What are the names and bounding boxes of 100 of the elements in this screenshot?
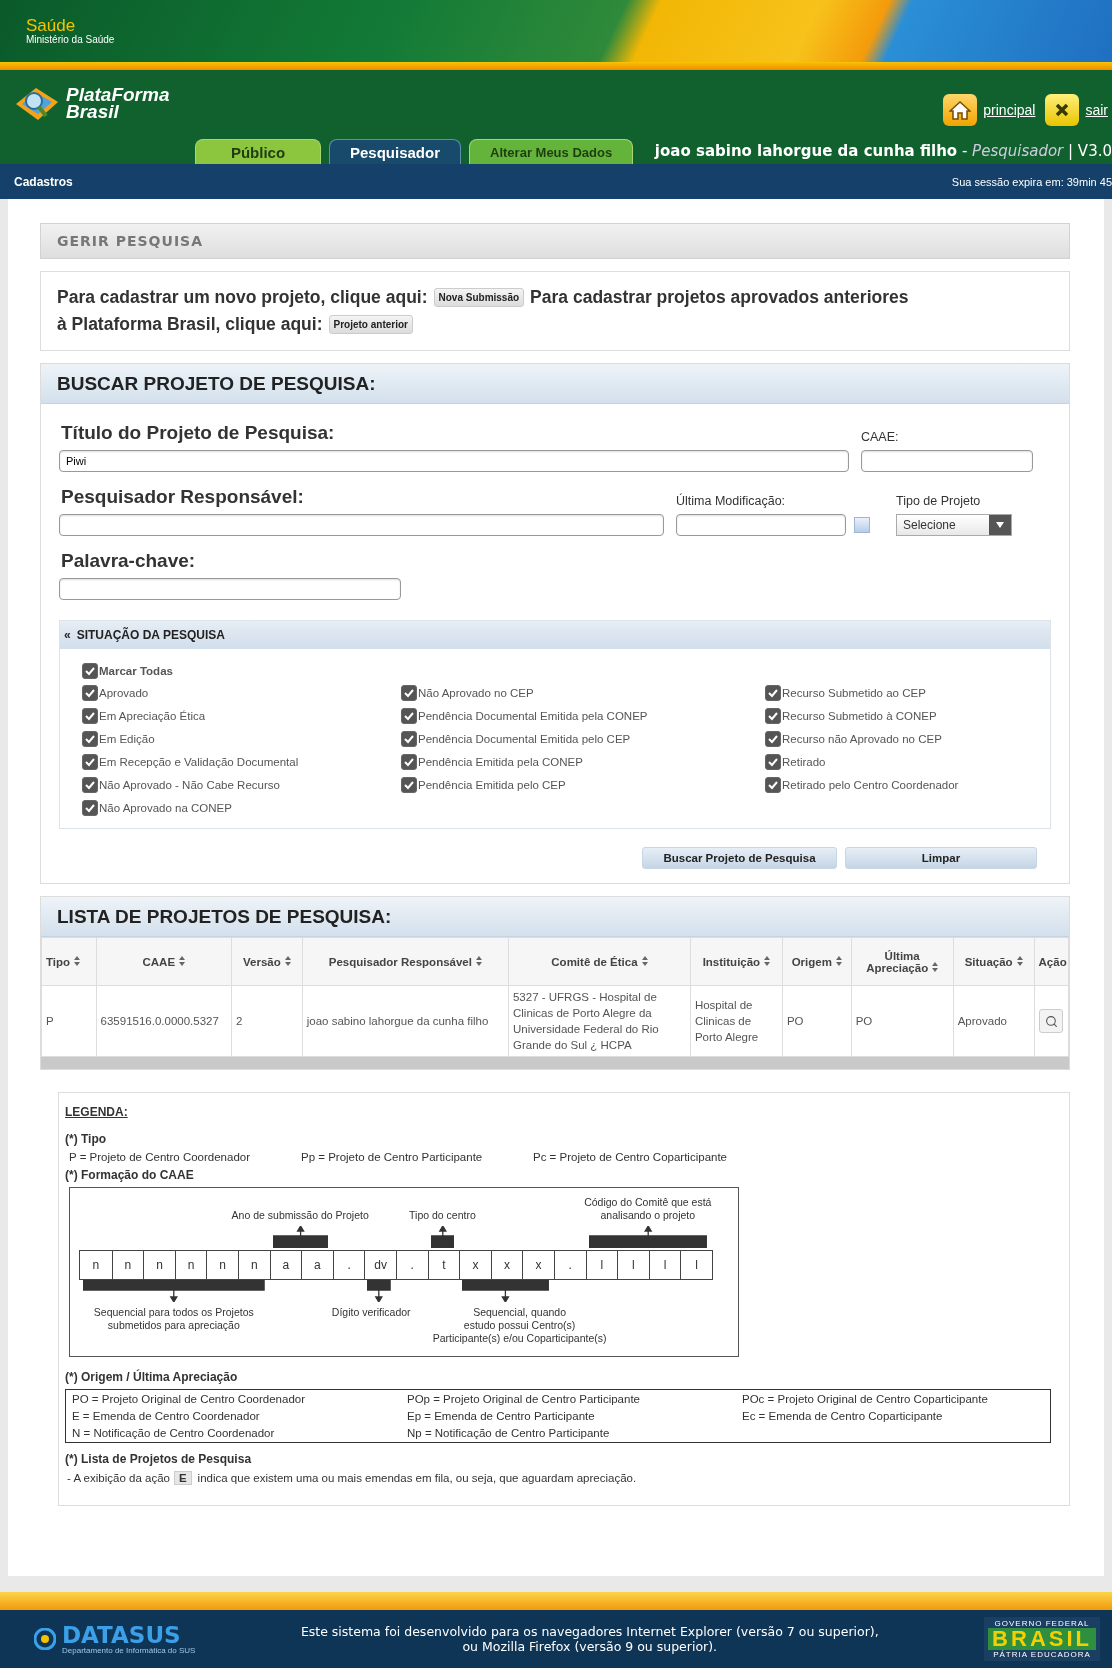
search-button[interactable] [1039, 1009, 1064, 1033]
field-label: Pesquisador Responsável: [60, 486, 305, 508]
checkbox[interactable] [82, 685, 98, 701]
checkbox[interactable] [82, 731, 98, 747]
diagram-cell: x [522, 1251, 554, 1279]
diagram-cell: l [617, 1251, 649, 1279]
sort-icon [835, 955, 842, 966]
caae-field[interactable] [861, 450, 1033, 472]
checkbox-label[interactable]: Pendência Documental Emitida pelo CEP [401, 731, 765, 747]
column-header[interactable]: Origem [782, 937, 852, 986]
sort-icon [475, 955, 482, 966]
checkbox[interactable] [82, 800, 98, 816]
field-label: Título do Projeto de Pesquisa: [60, 422, 336, 444]
checkbox-label[interactable]: Marcar Todas [82, 663, 1028, 679]
action-button[interactable]: Buscar Projeto de Pesquisa [642, 847, 837, 869]
checkbox[interactable] [82, 777, 98, 793]
column-header[interactable]: Versão [231, 937, 303, 986]
checkbox-label[interactable]: Em Edição [82, 731, 401, 747]
brand-title: Saúde [26, 17, 77, 34]
checkbox[interactable] [401, 685, 417, 701]
legend-item: Pp = Projeto de Centro Participante [301, 1151, 484, 1163]
nav-link[interactable]: principal [983, 102, 1036, 118]
home-icon[interactable] [943, 94, 978, 126]
checkbox-label[interactable]: Pendência Documental Emitida pela CONEP [401, 708, 765, 724]
checkbox[interactable] [765, 777, 781, 793]
diagram-cell: n [174, 1251, 207, 1279]
checkbox-label[interactable]: Recurso Submetido à CONEP [765, 708, 1028, 724]
field-label: CAAE: [861, 430, 900, 444]
submission-button[interactable]: Nova Submissão [433, 288, 525, 307]
column-header[interactable]: Última Apreciação [851, 937, 954, 986]
table-cell: PO [782, 985, 852, 1057]
checkbox[interactable] [82, 663, 98, 679]
checkbox[interactable] [765, 685, 781, 701]
menu-item[interactable]: Cadastros [14, 174, 73, 189]
column-header[interactable]: Comitê de Ética [508, 937, 691, 986]
tab[interactable]: Público [195, 139, 321, 164]
table-cell: 5327 - UFRGS - Hospital de Clinicas de Porto Alegre da Universidade Federal do Rio Grande do Sul ¿ HCPA [508, 985, 691, 1057]
table-cell: PO [851, 985, 954, 1057]
checkbox[interactable] [765, 731, 781, 747]
checkbox[interactable] [401, 731, 417, 747]
section-title: LISTA DE PROJETOS DE PESQUISA: [41, 897, 1069, 937]
diagram-cell: n [237, 1251, 270, 1279]
sort-icon [1016, 955, 1023, 966]
user-info: joao sabino lahorgue da cunha filho - Pesquisador | V3.0 [654, 142, 1112, 162]
date-field[interactable] [676, 514, 846, 536]
session-timer: Sua sessão expira em: 39min 45 [951, 175, 1112, 188]
checkbox-label[interactable]: Pendência Emitida pela CONEP [401, 754, 765, 770]
close-icon[interactable] [1045, 94, 1080, 126]
diagram-label: Tipo do centro [409, 1209, 476, 1222]
checkbox-label[interactable]: Aprovado [82, 685, 401, 701]
checkbox[interactable] [401, 708, 417, 724]
checkbox-label[interactable]: Recurso Submetido ao CEP [765, 685, 1028, 701]
collapse-toggle[interactable]: « [64, 628, 71, 642]
checkbox[interactable] [765, 708, 781, 724]
tab[interactable]: Pesquisador [329, 139, 462, 164]
sort-icon [932, 961, 939, 972]
project-type-select[interactable]: Selecione [896, 514, 1012, 536]
amendment-badge: E [173, 1471, 192, 1485]
legend-item: POp = Projeto Original de Centro Participante [407, 1393, 641, 1405]
action-button[interactable]: Limpar [845, 847, 1037, 869]
legend-item: Np = Notificação de Centro Participante [407, 1427, 611, 1439]
nav-link[interactable]: sair [1085, 102, 1108, 118]
keyword-field[interactable] [59, 578, 401, 600]
checkbox[interactable] [401, 754, 417, 770]
column-header[interactable]: CAAE [96, 937, 232, 986]
diagram-label: Ano de submissão do Projeto [231, 1209, 369, 1222]
column-header[interactable]: Pesquisador Responsável [302, 937, 509, 986]
checkbox[interactable] [82, 754, 98, 770]
search-icon [1044, 1014, 1058, 1028]
checkbox[interactable] [401, 777, 417, 793]
checkbox-label[interactable]: Retirado [765, 754, 1028, 770]
researcher-field[interactable] [59, 514, 664, 536]
intro-text: à Plataforma Brasil, clique aqui: [57, 313, 323, 336]
datasus-subtitle: Departamento de Informática do SUS [62, 1645, 196, 1655]
checkbox-label[interactable]: Pendência Emitida pelo CEP [401, 777, 765, 793]
legend-note: indica que existem uma ou mais emendas em fila, ou seja, que aguardam apreciação. [196, 1472, 637, 1484]
submission-button[interactable]: Projeto anterior [328, 315, 413, 334]
checkbox[interactable] [765, 754, 781, 770]
checkbox-label[interactable]: Não Aprovado na CONEP [82, 800, 401, 816]
checkbox-label[interactable]: Em Apreciação Ética [82, 708, 401, 724]
checkbox-label[interactable]: Não Aprovado - Não Cabe Recurso [82, 777, 401, 793]
legend-heading: (*) Origem / Última Apreciação [65, 1370, 239, 1384]
tab[interactable]: Alterar Meus Dados [469, 139, 634, 164]
checkbox-label[interactable]: Em Recepção e Validação Documental [82, 754, 401, 770]
diagram-label: Código do Comitê que está analisando o projeto [584, 1196, 712, 1222]
checkbox-label[interactable]: Recurso não Aprovado no CEP [765, 731, 1028, 747]
column-header[interactable]: Instituição [690, 937, 783, 986]
column-header[interactable]: Situação [953, 937, 1035, 986]
checkbox-label[interactable]: Não Aprovado no CEP [401, 685, 765, 701]
legend-item: E = Emenda de Centro Coordenador [72, 1410, 261, 1422]
sort-icon [74, 955, 81, 966]
checkbox-label[interactable]: Retirado pelo Centro Coordenador [765, 777, 1028, 793]
column-header[interactable]: Tipo [41, 937, 97, 986]
bracket-arrow [272, 1226, 328, 1248]
diagram-cell: x [459, 1251, 491, 1279]
table-cell: Hospital de Clinicas de Porto Alegre [690, 985, 783, 1057]
table-cell: 63591516.0.0000.5327 [96, 985, 232, 1057]
column-header: Ação [1034, 937, 1069, 986]
checkbox[interactable] [82, 708, 98, 724]
title-field[interactable]: Piwi [59, 450, 849, 472]
